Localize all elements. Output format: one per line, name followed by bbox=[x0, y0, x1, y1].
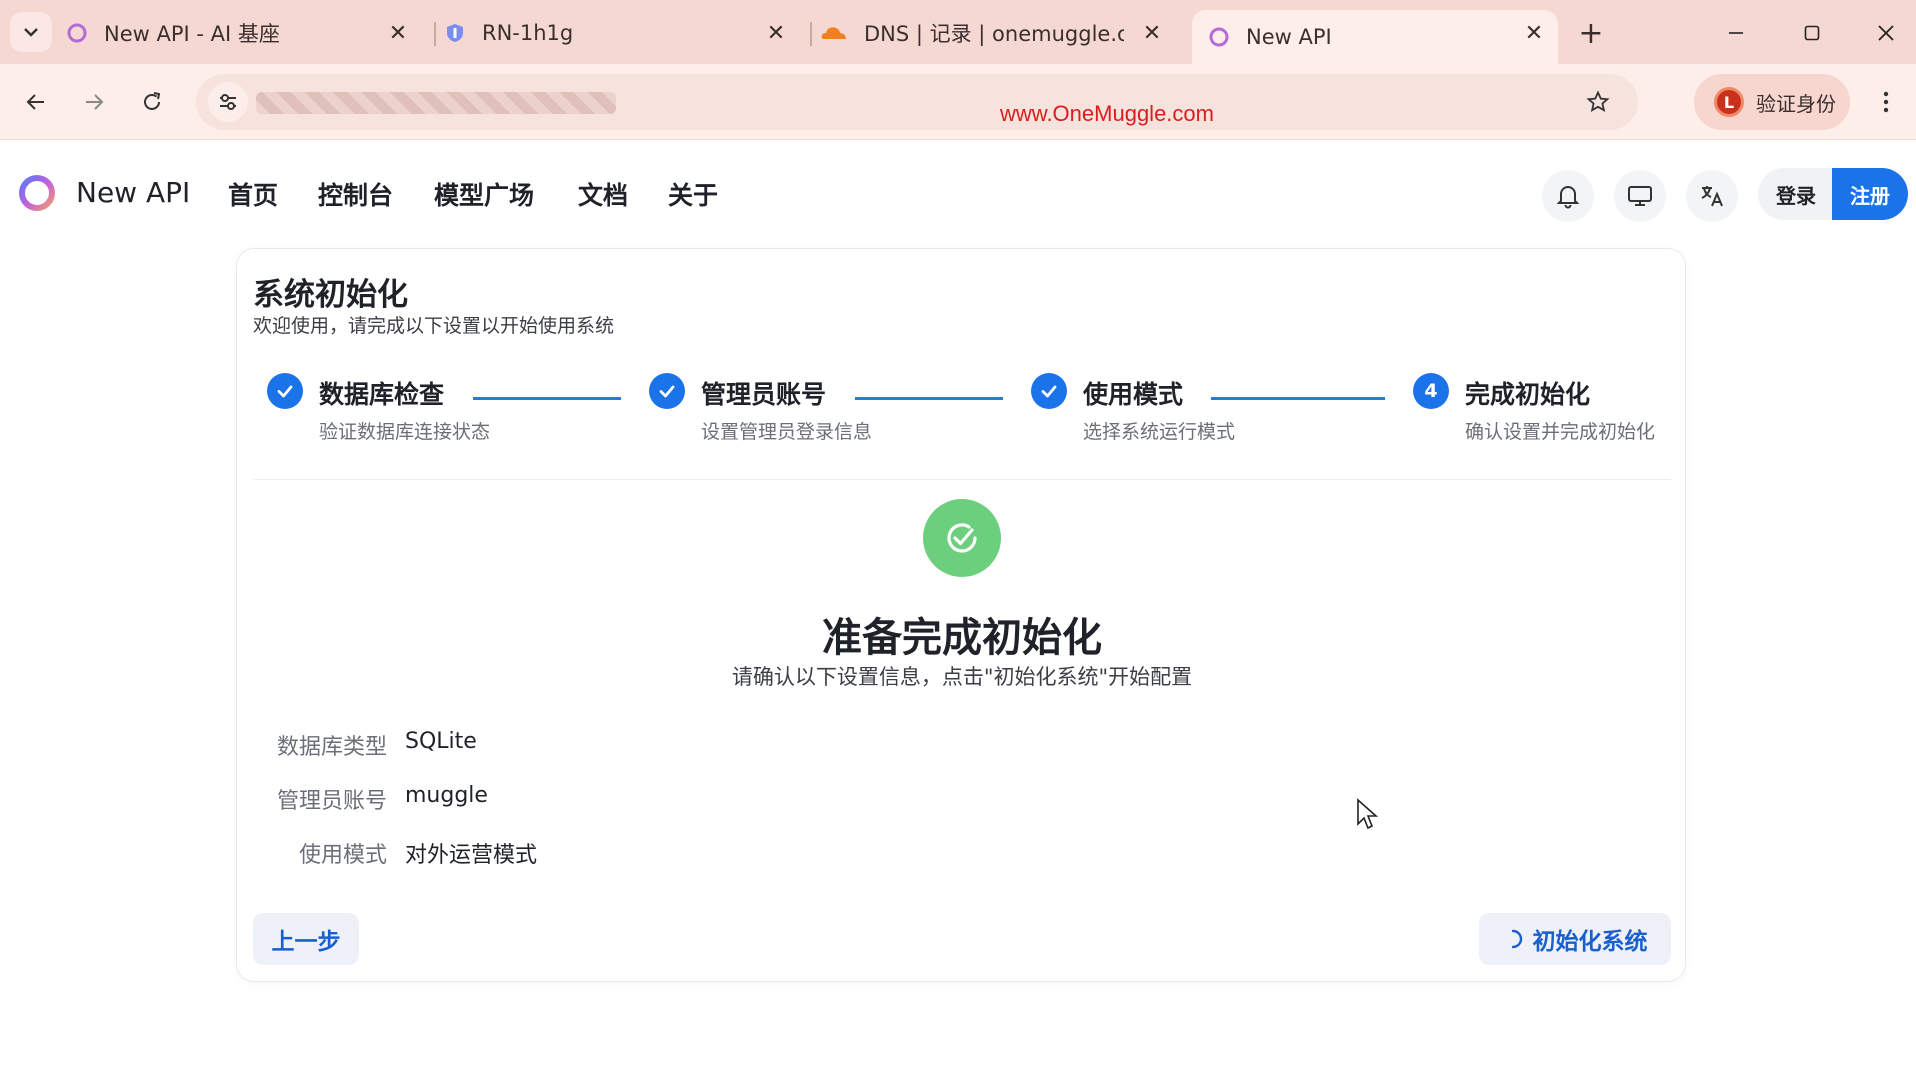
shield-favicon-icon bbox=[444, 22, 466, 44]
close-tab-icon[interactable]: ✕ bbox=[764, 21, 788, 46]
back-button[interactable] bbox=[16, 82, 56, 122]
nav-docs[interactable]: 文档 bbox=[578, 176, 628, 212]
ready-subtitle: 请确认以下设置信息，点击"初始化系统"开始配置 bbox=[731, 665, 1193, 689]
close-tab-icon[interactable]: ✕ bbox=[386, 21, 410, 46]
step-connector bbox=[473, 397, 621, 400]
previous-step-button[interactable]: 上一步 bbox=[253, 913, 359, 965]
new-tab-button[interactable]: + bbox=[1572, 14, 1610, 52]
browser-tab-bar: New API - AI 基座 ✕ RN-1h1g ✕ DNS | 记录 | o… bbox=[0, 0, 1916, 64]
more-vertical-icon bbox=[1883, 91, 1889, 113]
step-connector bbox=[1211, 397, 1385, 400]
profile-label: 验证身份 bbox=[1756, 91, 1836, 116]
tab-title: RN-1h1g bbox=[482, 21, 574, 45]
step-title: 使用模式 bbox=[1083, 380, 1184, 409]
forward-button[interactable] bbox=[74, 82, 114, 122]
minimize-window-button[interactable] bbox=[1716, 14, 1756, 52]
step-title: 数据库检查 bbox=[319, 380, 445, 409]
summary-value: 对外运营模式 bbox=[405, 843, 538, 868]
success-check-icon bbox=[923, 499, 1001, 577]
setup-card: 系统初始化 欢迎使用，请完成以下设置以开始使用系统 数据库检查 验证数据库连接状… bbox=[236, 248, 1686, 982]
check-circle-icon bbox=[267, 373, 303, 409]
login-button[interactable]: 登录 bbox=[1758, 168, 1834, 220]
newapi-favicon-icon bbox=[1208, 26, 1230, 48]
newapi-favicon-icon bbox=[66, 22, 88, 44]
check-circle-icon bbox=[649, 373, 685, 409]
tab-title: DNS | 记录 | onemuggle.com bbox=[864, 22, 1124, 46]
initialize-system-button[interactable]: 初始化系统 bbox=[1479, 913, 1671, 965]
app-brand[interactable]: New API bbox=[76, 176, 190, 209]
language-button[interactable] bbox=[1686, 170, 1738, 222]
minimize-icon bbox=[1729, 32, 1743, 34]
chevron-down-icon bbox=[24, 28, 38, 37]
mouse-cursor-icon bbox=[1357, 798, 1379, 830]
nav-console[interactable]: 控制台 bbox=[318, 176, 393, 212]
address-bar[interactable] bbox=[196, 74, 1638, 130]
summary-value: muggle bbox=[405, 783, 488, 808]
newapi-logo-icon[interactable] bbox=[18, 174, 56, 212]
browser-tab-newapi-ai[interactable]: New API - AI 基座 ✕ bbox=[66, 10, 422, 56]
monitor-icon bbox=[1628, 186, 1652, 206]
nav-model-square[interactable]: 模型广场 bbox=[434, 176, 534, 212]
browser-tab-newapi-active[interactable]: New API ✕ bbox=[1192, 10, 1558, 64]
reload-button[interactable] bbox=[132, 82, 172, 122]
maximize-icon bbox=[1804, 25, 1820, 41]
close-window-button[interactable] bbox=[1866, 14, 1906, 52]
browser-tab-dns[interactable]: DNS | 记录 | onemuggle.com ✕ bbox=[820, 10, 1176, 56]
tab-title: New API bbox=[1246, 25, 1332, 49]
page-title: 系统初始化 bbox=[253, 277, 408, 313]
translate-icon bbox=[1701, 186, 1723, 207]
summary-label: 管理员账号 bbox=[276, 789, 387, 814]
notifications-button[interactable] bbox=[1542, 170, 1594, 222]
cloudflare-favicon-icon bbox=[820, 22, 848, 44]
divider bbox=[253, 479, 1671, 480]
theme-button[interactable] bbox=[1614, 170, 1666, 222]
close-tab-icon[interactable]: ✕ bbox=[1140, 21, 1164, 46]
avatar: L bbox=[1714, 87, 1744, 117]
summary-label: 数据库类型 bbox=[276, 735, 387, 760]
tune-icon bbox=[220, 94, 236, 110]
nav-home[interactable]: 首页 bbox=[228, 176, 278, 212]
step-number-badge: 4 bbox=[1413, 373, 1449, 409]
step-description: 设置管理员登录信息 bbox=[701, 421, 873, 443]
tab-separator bbox=[810, 22, 812, 46]
profile-verify-button[interactable]: L 验证身份 bbox=[1694, 74, 1850, 130]
maximize-window-button[interactable] bbox=[1792, 14, 1832, 52]
summary-value: SQLite bbox=[405, 729, 477, 754]
summary-row-database: 数据库类型 SQLite bbox=[253, 729, 853, 760]
summary-label: 使用模式 bbox=[298, 843, 387, 868]
reload-icon bbox=[144, 92, 161, 110]
watermark-text: www.OneMuggle.com bbox=[1000, 101, 1214, 126]
site-info-button[interactable] bbox=[208, 82, 248, 122]
step-connector bbox=[855, 397, 1003, 400]
tab-title: New API - AI 基座 bbox=[104, 22, 280, 46]
arrow-right-icon bbox=[86, 94, 104, 110]
step-title: 管理员账号 bbox=[701, 380, 827, 409]
browser-menu-button[interactable] bbox=[1872, 84, 1900, 120]
tab-search-button[interactable] bbox=[10, 12, 52, 52]
check-circle-icon bbox=[1031, 373, 1067, 409]
step-description: 验证数据库连接状态 bbox=[319, 421, 491, 443]
close-icon bbox=[1878, 25, 1894, 41]
ready-title: 准备完成初始化 bbox=[822, 615, 1102, 661]
summary-row-admin: 管理员账号 muggle bbox=[253, 783, 853, 814]
bell-icon bbox=[1556, 186, 1580, 209]
initialize-label: 初始化系统 bbox=[1532, 929, 1648, 955]
close-tab-icon[interactable]: ✕ bbox=[1522, 21, 1546, 46]
page-subtitle: 欢迎使用，请完成以下设置以开始使用系统 bbox=[253, 315, 615, 337]
nav-about[interactable]: 关于 bbox=[668, 176, 718, 212]
step-description: 选择系统运行模式 bbox=[1083, 421, 1236, 443]
app-header: New API 首页 控制台 模型广场 文档 关于 登录 注册 bbox=[0, 140, 1916, 248]
browser-toolbar: L 验证身份 bbox=[0, 64, 1916, 140]
tab-separator bbox=[434, 22, 436, 46]
summary-row-mode: 使用模式 对外运营模式 bbox=[253, 837, 853, 868]
arrow-left-icon bbox=[26, 94, 44, 110]
step-description: 确认设置并完成初始化 bbox=[1465, 421, 1656, 443]
blurred-url bbox=[256, 92, 616, 114]
loading-spinner-icon bbox=[1511, 929, 1522, 949]
browser-tab-rn[interactable]: RN-1h1g ✕ bbox=[444, 10, 800, 56]
step-title: 完成初始化 bbox=[1465, 380, 1591, 409]
bookmark-star-icon[interactable] bbox=[1578, 82, 1618, 122]
signup-button[interactable]: 注册 bbox=[1832, 168, 1908, 220]
